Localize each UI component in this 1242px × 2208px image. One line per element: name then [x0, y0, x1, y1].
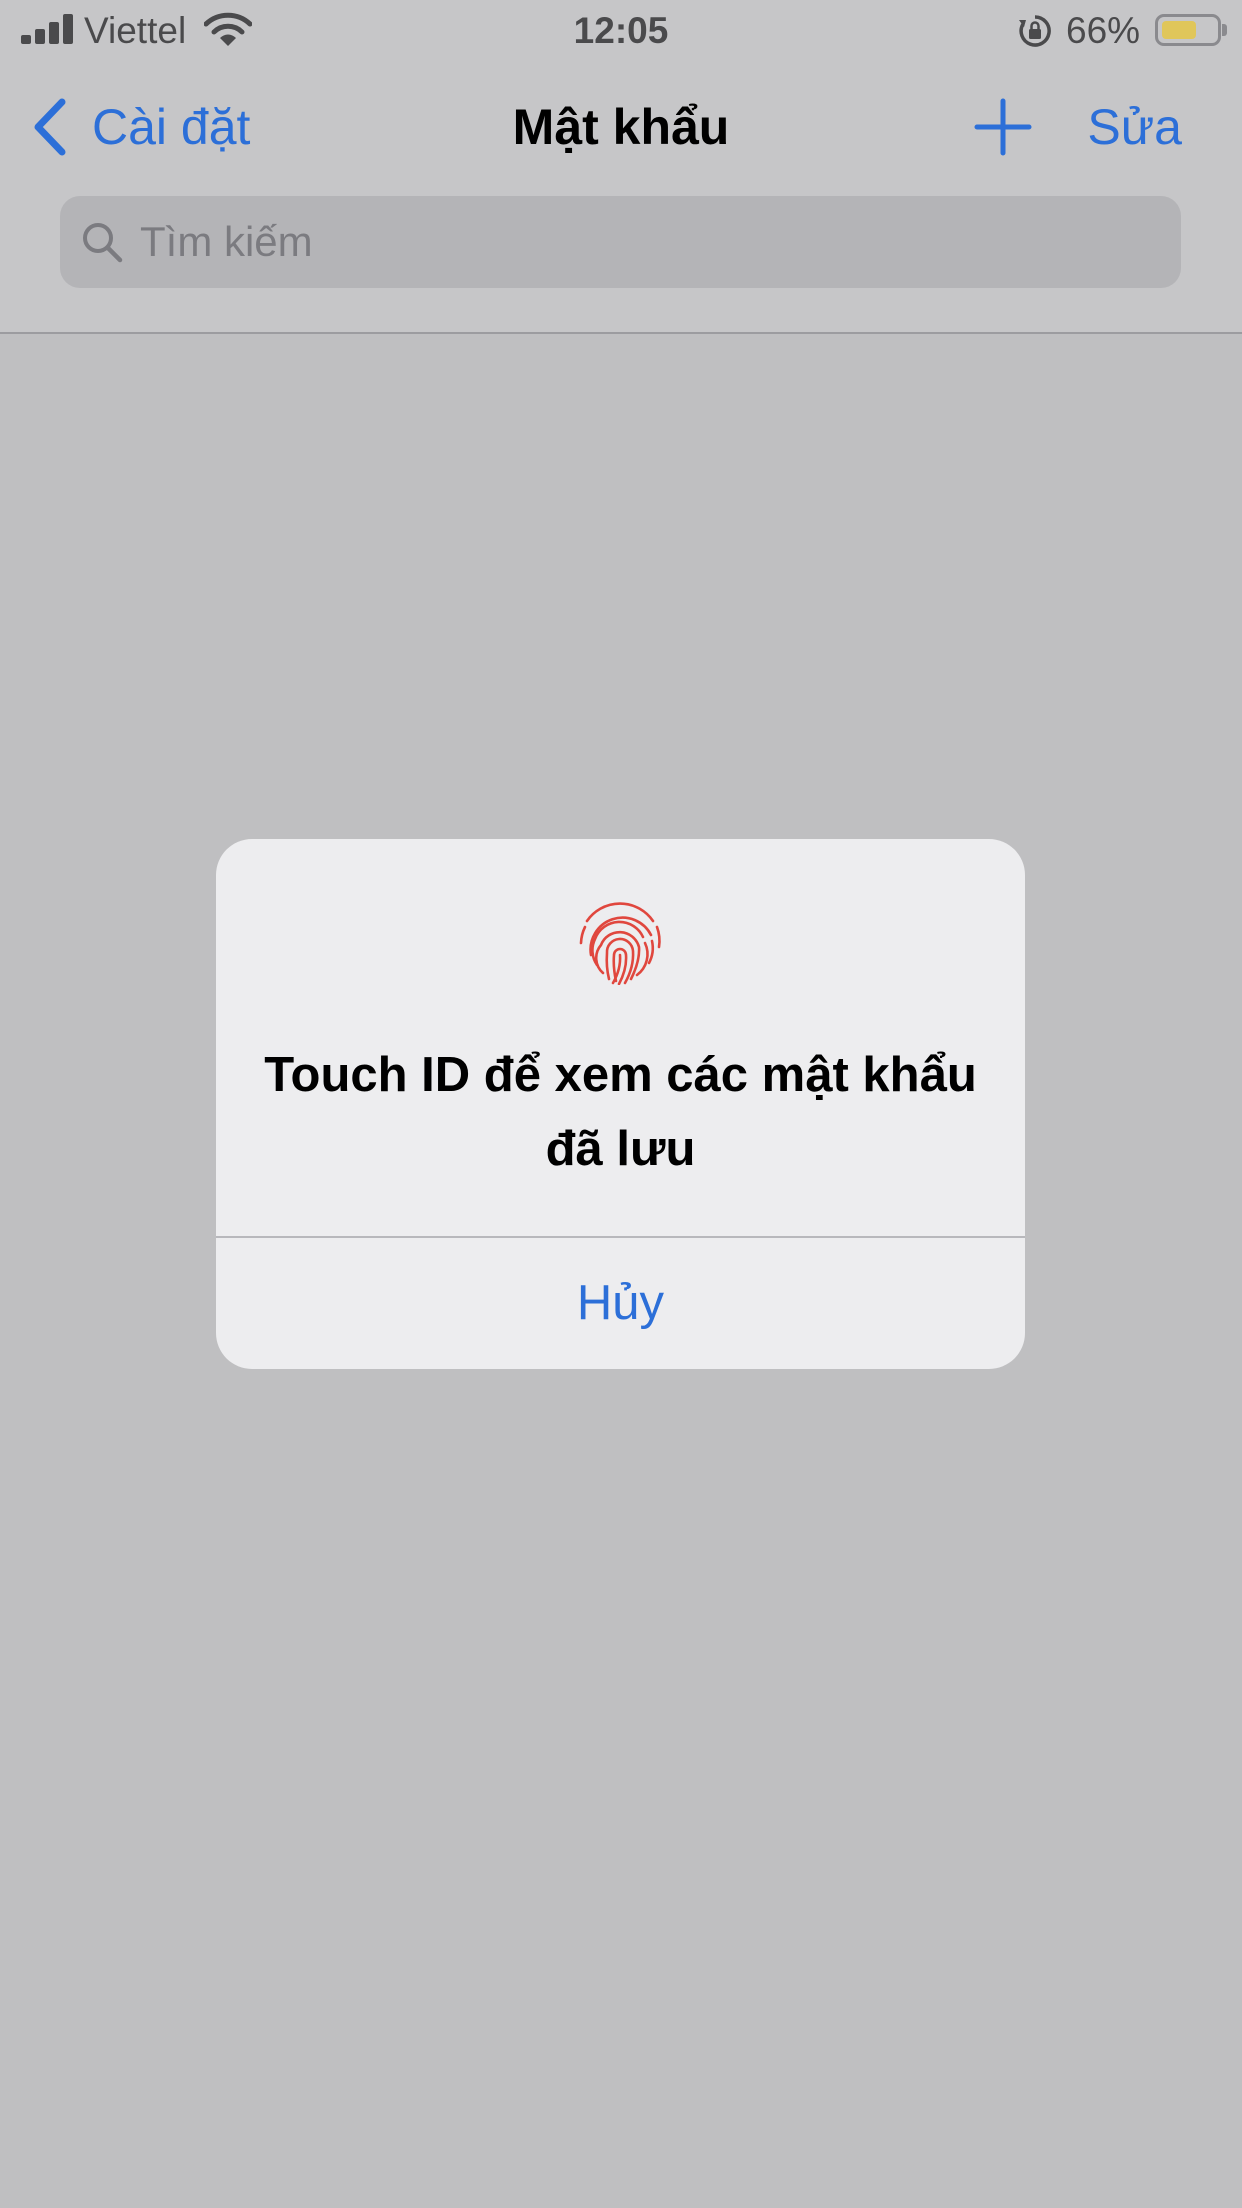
rotation-lock-icon	[1019, 15, 1051, 47]
navigation-header: Viettel 12:05 66% Cài đặt Mật khẩu Sửa T…	[0, 0, 1242, 334]
fingerprint-icon	[579, 902, 661, 985]
search-placeholder: Tìm kiếm	[140, 218, 313, 265]
plus-icon[interactable]	[974, 98, 1032, 156]
back-button[interactable]: Cài đặt	[30, 92, 250, 162]
chevron-left-icon	[34, 98, 66, 156]
search-input[interactable]: Tìm kiếm	[60, 196, 1181, 288]
status-bar: Viettel 12:05 66%	[0, 0, 1242, 62]
status-time: 12:05	[573, 10, 669, 51]
back-button-label: Cài đặt	[92, 99, 251, 155]
battery-icon	[1155, 14, 1221, 46]
touch-id-dialog: Touch ID để xem các mật khẩu đã lưu Hủy	[216, 839, 1025, 1369]
battery-tip	[1222, 24, 1227, 36]
battery-level-fill	[1162, 21, 1196, 39]
cancel-button[interactable]: Hủy	[216, 1238, 1025, 1369]
dialog-message: Touch ID để xem các mật khẩu đã lưu	[264, 1048, 977, 1176]
search-icon	[83, 223, 123, 263]
battery-percentage: 66%	[1066, 10, 1141, 51]
edit-button[interactable]: Sửa	[1087, 92, 1182, 162]
